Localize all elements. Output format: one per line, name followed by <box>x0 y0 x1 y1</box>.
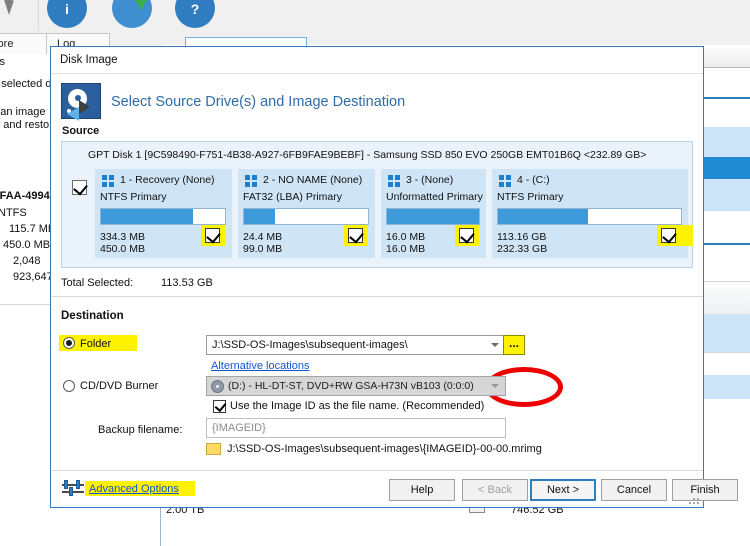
toolbar-separator <box>38 0 39 31</box>
folder-path-value: J:\SSD-OS-Images\subsequent-images\ <box>212 339 408 351</box>
partition-usage-bar <box>497 208 682 225</box>
left-text-5: -AFAA-4994 <box>0 190 50 202</box>
cd-dvd-select[interactable]: (D:) - HL-DT-ST, DVD+RW GSA-H73N vB103 (… <box>206 376 506 396</box>
dialog-heading: Select Source Drive(s) and Image Destina… <box>111 94 406 110</box>
partition-type: Unformatted Primary <box>386 191 483 203</box>
cancel-button[interactable]: Cancel <box>601 479 667 501</box>
finish-button[interactable]: Finish <box>672 479 738 501</box>
back-button: < Back <box>462 479 528 501</box>
footer-divider <box>51 470 703 471</box>
advanced-options-link[interactable]: Advanced Options <box>89 483 179 495</box>
backup-filename-placeholder: {IMAGEID} <box>212 422 266 434</box>
disk-title: GPT Disk 1 [9C598490-F751-4B38-A927-6FB9… <box>88 149 647 161</box>
partition-usage-bar <box>243 208 369 225</box>
section-divider <box>51 296 703 297</box>
partition-card-3[interactable]: 3 - (None) Unformatted Primary 16.0 MB 1… <box>381 169 486 258</box>
cd-dvd-radio[interactable] <box>63 380 75 392</box>
background-toolbar: i ? <box>0 0 750 32</box>
source-section-label: Source <box>62 125 100 137</box>
partition-card-4[interactable]: 4 - (C:) NTFS Primary 113.16 GB 232.33 G… <box>492 169 693 258</box>
cursor-arrow-icon <box>3 0 18 15</box>
browse-folder-button[interactable]: ... <box>503 335 525 355</box>
left-text-0: ks <box>0 56 5 68</box>
windows-logo-icon <box>388 175 401 188</box>
source-disk-panel: GPT Disk 1 [9C598490-F751-4B38-A927-6FB9… <box>61 141 693 268</box>
folder-radio-label: Folder <box>80 338 112 350</box>
windows-logo-icon <box>499 175 512 188</box>
chevron-down-icon <box>491 384 499 388</box>
partition-type: NTFS Primary <box>100 191 167 203</box>
help-button[interactable]: Help <box>389 479 455 501</box>
partition-usage-bar <box>100 208 226 225</box>
use-image-id-label: Use the Image ID as the file name. (Reco… <box>230 400 485 412</box>
backup-filename-label: Backup filename: <box>98 424 183 436</box>
partition-total-size: 450.0 MB <box>100 243 145 255</box>
partition-used-size: 24.4 MB <box>243 231 283 243</box>
green-arrow-icon <box>132 0 150 10</box>
windows-logo-icon <box>102 175 115 188</box>
partition-used-size: 113.16 GB <box>497 231 547 243</box>
info-icon[interactable]: i <box>47 0 87 28</box>
left-text-7: 115.7 MB <box>9 223 56 235</box>
partition-type: NTFS Primary <box>497 191 564 203</box>
optical-drive-icon <box>211 380 224 393</box>
alternative-locations-link[interactable]: Alternative locations <box>211 360 309 372</box>
partition-total-size: 16.0 MB <box>386 243 426 255</box>
partition-card-1[interactable]: 1 - Recovery (None) NTFS Primary 334.3 M… <box>95 169 232 258</box>
folder-path-input[interactable]: J:\SSD-OS-Images\subsequent-images\ <box>206 335 506 355</box>
left-text-1: ge selected d <box>0 78 52 90</box>
cd-dvd-value: (D:) - HL-DT-ST, DVD+RW GSA-H73N vB103 (… <box>228 380 474 392</box>
partition-title: 2 - NO NAME (None) <box>263 174 363 186</box>
left-text-6: NTFS <box>0 207 27 219</box>
destination-section-label: Destination <box>61 310 124 322</box>
partition-usage-bar <box>386 208 480 225</box>
left-text-3: up and resto <box>0 119 50 131</box>
partition-title: 1 - Recovery (None) <box>120 174 215 186</box>
left-text-2: te an image <box>0 106 46 118</box>
partition-card-2[interactable]: 2 - NO NAME (None) FAT32 (LBA) Primary 2… <box>238 169 375 258</box>
left-text-8: 450.0 MB <box>3 239 51 251</box>
partition-checkbox[interactable] <box>205 228 221 244</box>
windows-logo-icon <box>245 175 258 188</box>
cd-dvd-radio-label: CD/DVD Burner <box>80 380 159 392</box>
sliders-icon <box>62 480 84 500</box>
left-text-10: 923,647 <box>13 271 53 283</box>
partition-used-size: 16.0 MB <box>386 231 426 243</box>
use-image-id-checkbox[interactable] <box>213 399 227 413</box>
disk-image-icon <box>61 83 101 123</box>
folder-radio[interactable] <box>63 337 75 349</box>
dialog-title-divider <box>51 73 703 74</box>
disk-select-checkbox[interactable] <box>72 180 88 196</box>
total-selected-value: 113.53 GB <box>161 277 213 289</box>
disk-image-dialog: Disk Image Select Source Drive(s) and Im… <box>50 46 738 508</box>
next-button[interactable]: Next > <box>530 479 596 501</box>
partition-title: 3 - (None) <box>406 174 454 186</box>
partition-used-size: 334.3 MB <box>100 231 145 243</box>
total-selected-label: Total Selected: <box>61 277 134 289</box>
final-image-path: J:\SSD-OS-Images\subsequent-images\{IMAG… <box>227 443 542 455</box>
partition-checkbox[interactable] <box>348 228 364 244</box>
partition-type: FAT32 (LBA) Primary <box>243 191 342 203</box>
partition-title: 4 - (C:) <box>517 174 550 186</box>
left-text-9: 2,048 <box>13 255 41 267</box>
chevron-down-icon[interactable] <box>491 343 499 347</box>
partition-checkbox[interactable] <box>661 228 677 244</box>
folder-icon <box>206 443 221 455</box>
help-icon[interactable]: ? <box>175 0 215 28</box>
partition-checkbox[interactable] <box>459 228 475 244</box>
resize-grip[interactable] <box>689 494 699 504</box>
partition-total-size: 232.33 GB <box>497 243 548 255</box>
partition-total-size: 99.0 MB <box>243 243 283 255</box>
dialog-title: Disk Image <box>60 54 118 66</box>
backup-filename-input[interactable]: {IMAGEID} <box>206 418 506 438</box>
